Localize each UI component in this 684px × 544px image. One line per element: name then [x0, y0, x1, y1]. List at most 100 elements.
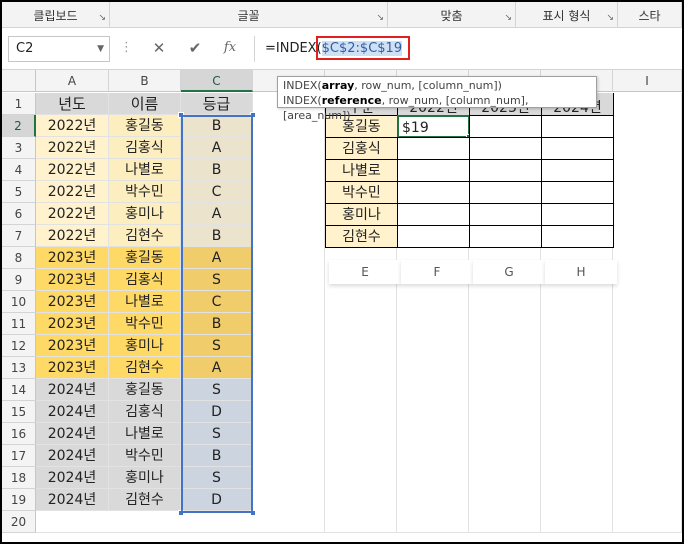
name-cell[interactable]: 홍길동: [109, 115, 181, 137]
cancel-icon[interactable]: ✕: [148, 38, 170, 58]
year-cell[interactable]: 2024년: [36, 401, 109, 423]
lookup-value-cell[interactable]: [541, 181, 614, 204]
ribbon-group-5[interactable]: 스타: [618, 2, 682, 28]
row-header-7[interactable]: 7: [2, 225, 36, 247]
row-header-3[interactable]: 3: [2, 137, 36, 159]
row-header-14[interactable]: 14: [2, 379, 36, 401]
more-icon: ⋮: [120, 40, 133, 55]
year-cell[interactable]: 2023년: [36, 291, 109, 313]
row-header-1[interactable]: 1: [2, 93, 36, 115]
name-cell[interactable]: 김홍식: [109, 137, 181, 159]
range-selection: [181, 115, 253, 513]
name-cell[interactable]: 김홍식: [109, 401, 181, 423]
row-header-6[interactable]: 6: [2, 203, 36, 225]
row-header-10[interactable]: 10: [2, 291, 36, 313]
year-cell[interactable]: 2022년: [36, 181, 109, 203]
row-header-19[interactable]: 19: [2, 489, 36, 511]
select-all-corner[interactable]: [2, 70, 36, 92]
lookup-value-cell[interactable]: [469, 225, 542, 248]
lookup-value-cell[interactable]: [397, 225, 470, 248]
lookup-name-cell[interactable]: 김현수: [325, 225, 398, 248]
column-header-b[interactable]: B: [109, 70, 181, 92]
name-cell[interactable]: 나별로: [109, 291, 181, 313]
name-cell[interactable]: 김현수: [109, 225, 181, 247]
row-header-12[interactable]: 12: [2, 335, 36, 357]
lookup-value-cell[interactable]: [397, 181, 470, 204]
row-header-5[interactable]: 5: [2, 181, 36, 203]
column-header-c[interactable]: C: [181, 70, 253, 92]
lookup-value-cell[interactable]: [397, 137, 470, 160]
ribbon-group-3[interactable]: 맞춤 ↘: [388, 2, 516, 28]
name-cell[interactable]: 나별로: [109, 423, 181, 445]
row-header-9[interactable]: 9: [2, 269, 36, 291]
year-cell[interactable]: 2023년: [36, 269, 109, 291]
header-cell[interactable]: 년도: [36, 93, 109, 115]
lookup-name-cell[interactable]: 나별로: [325, 159, 398, 182]
year-cell[interactable]: 2024년: [36, 423, 109, 445]
lookup-value-cell[interactable]: [469, 137, 542, 160]
name-cell[interactable]: 홍길동: [109, 247, 181, 269]
lookup-value-cell[interactable]: [541, 225, 614, 248]
year-cell[interactable]: 2023년: [36, 335, 109, 357]
name-cell[interactable]: 박수민: [109, 313, 181, 335]
name-cell[interactable]: 홍미나: [109, 203, 181, 225]
name-cell[interactable]: 박수민: [109, 181, 181, 203]
lookup-name-cell[interactable]: 박수민: [325, 181, 398, 204]
lookup-value-cell[interactable]: [469, 203, 542, 226]
year-cell[interactable]: 2024년: [36, 379, 109, 401]
ribbon-group-1[interactable]: 클립보드 ↘: [2, 2, 110, 28]
row-header-18[interactable]: 18: [2, 467, 36, 489]
row-header-4[interactable]: 4: [2, 159, 36, 181]
year-cell[interactable]: 2022년: [36, 203, 109, 225]
tooltip-line-array[interactable]: INDEX(array, row_num, [column_num]): [283, 78, 591, 93]
lookup-name-cell[interactable]: 홍미나: [325, 203, 398, 226]
ghost-column-header-g: G: [473, 260, 545, 284]
year-cell[interactable]: 2022년: [36, 115, 109, 137]
year-cell[interactable]: 2022년: [36, 159, 109, 181]
column-header-a[interactable]: A: [36, 70, 109, 92]
name-cell[interactable]: 홍길동: [109, 379, 181, 401]
enter-check-icon[interactable]: ✔: [184, 38, 206, 58]
row-header-20[interactable]: 20: [2, 511, 36, 533]
empty-cell[interactable]: [36, 511, 682, 533]
insert-function-icon[interactable]: fx: [219, 38, 241, 58]
year-cell[interactable]: 2024년: [36, 489, 109, 511]
year-cell[interactable]: 2023년: [36, 313, 109, 335]
ribbon-group-4[interactable]: 표시 형식 ↘: [516, 2, 618, 28]
year-cell[interactable]: 2023년: [36, 357, 109, 379]
column-header-i[interactable]: I: [613, 70, 682, 92]
name-cell[interactable]: 김현수: [109, 489, 181, 511]
lookup-value-cell[interactable]: [397, 159, 470, 182]
row-header-11[interactable]: 11: [2, 313, 36, 335]
lookup-value-cell[interactable]: [541, 137, 614, 160]
lookup-value-cell[interactable]: [469, 159, 542, 182]
chevron-down-icon[interactable]: ▼: [97, 37, 104, 61]
name-cell[interactable]: 나별로: [109, 159, 181, 181]
lookup-value-cell[interactable]: [469, 181, 542, 204]
row-header-8[interactable]: 8: [2, 247, 36, 269]
lookup-value-cell[interactable]: [541, 203, 614, 226]
row-header-16[interactable]: 16: [2, 423, 36, 445]
year-cell[interactable]: 2022년: [36, 137, 109, 159]
name-cell[interactable]: 홍미나: [109, 335, 181, 357]
row-header-13[interactable]: 13: [2, 357, 36, 379]
tooltip-line-reference[interactable]: INDEX(reference, row_num, [column_num], …: [283, 93, 591, 123]
lookup-value-cell[interactable]: [397, 203, 470, 226]
name-cell[interactable]: 김홍식: [109, 269, 181, 291]
lookup-name-cell[interactable]: 김홍식: [325, 137, 398, 160]
row-header-15[interactable]: 15: [2, 401, 36, 423]
year-cell[interactable]: 2024년: [36, 467, 109, 489]
row-header-2[interactable]: 2: [2, 115, 36, 137]
header-cell[interactable]: 등급: [181, 93, 253, 115]
row-header-17[interactable]: 17: [2, 445, 36, 467]
name-cell[interactable]: 김현수: [109, 357, 181, 379]
year-cell[interactable]: 2024년: [36, 445, 109, 467]
year-cell[interactable]: 2022년: [36, 225, 109, 247]
name-cell[interactable]: 박수민: [109, 445, 181, 467]
name-box[interactable]: C2 ▼: [8, 36, 110, 62]
name-cell[interactable]: 홍미나: [109, 467, 181, 489]
ribbon-group-2[interactable]: 글꼴 ↘: [110, 2, 388, 28]
lookup-value-cell[interactable]: [541, 159, 614, 182]
header-cell[interactable]: 이름: [109, 93, 181, 115]
year-cell[interactable]: 2023년: [36, 247, 109, 269]
